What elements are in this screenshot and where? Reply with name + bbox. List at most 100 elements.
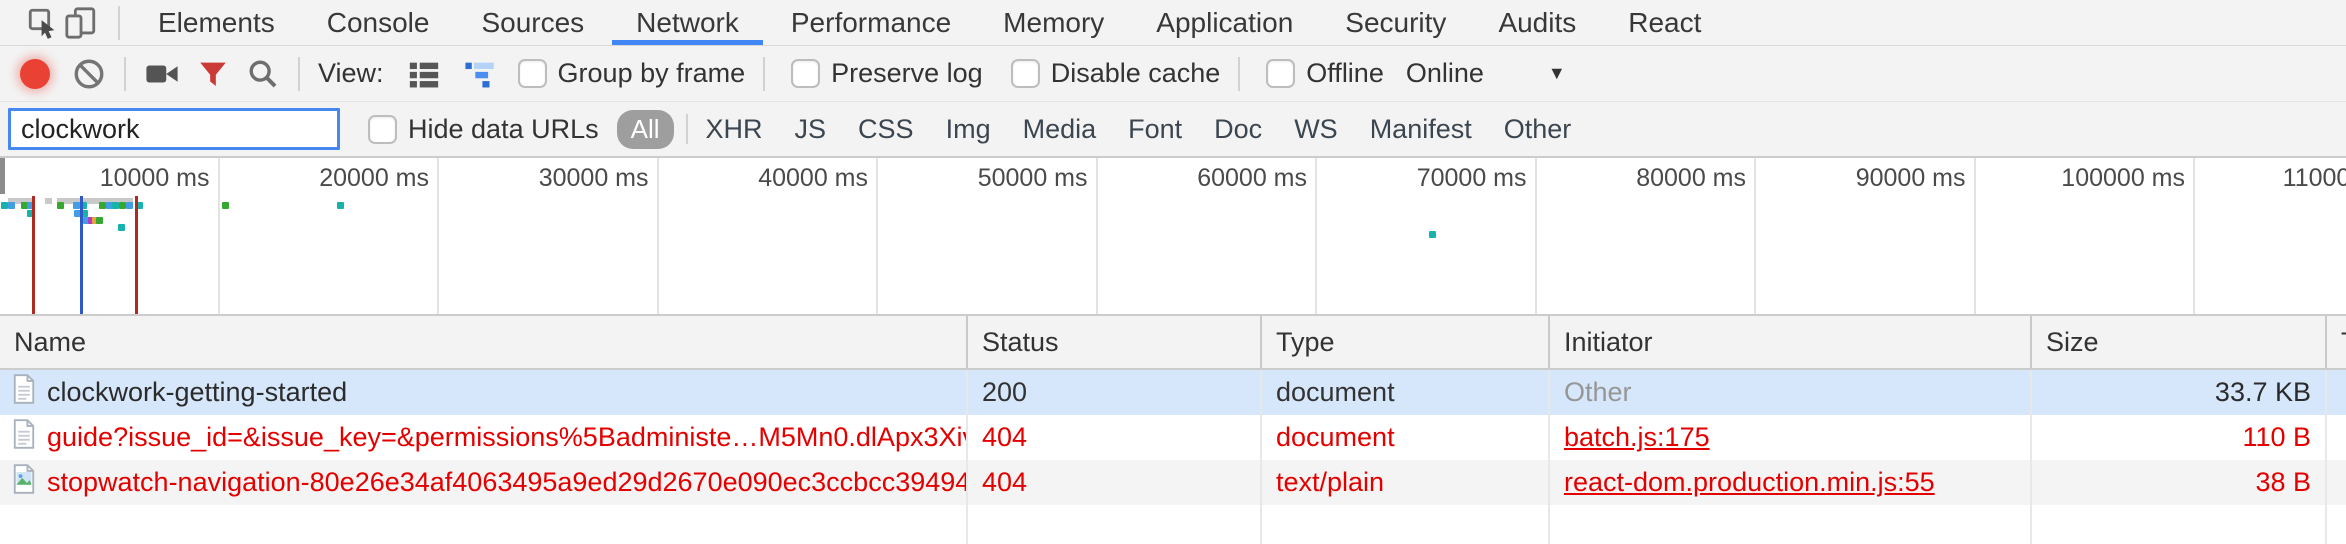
- column-header-size[interactable]: Size: [2032, 316, 2327, 368]
- resource-type-filters: XHR JS CSS Img Media Font Doc WS Manifes…: [706, 114, 1572, 145]
- preserve-log-checkbox[interactable]: [791, 59, 820, 88]
- timeline-left-handle[interactable]: [0, 158, 5, 194]
- request-size: 110 B: [2032, 415, 2327, 460]
- image-file-icon: [12, 464, 36, 501]
- filter-ws[interactable]: WS: [1294, 114, 1338, 145]
- filter-img[interactable]: Img: [946, 114, 991, 145]
- request-type: text/plain: [1262, 460, 1550, 505]
- timeline-request-dot: [57, 202, 64, 209]
- search-icon[interactable]: [246, 57, 280, 91]
- document-file-icon: [12, 419, 36, 456]
- inspect-element-icon[interactable]: [24, 5, 62, 41]
- disable-cache-label: Disable cache: [1051, 58, 1221, 89]
- timeline-request-dot: [73, 202, 80, 209]
- timeline-request-dot: [222, 202, 229, 209]
- throttling-select-value[interactable]: Online: [1406, 58, 1484, 89]
- timeline-request-dot: [112, 202, 119, 209]
- timeline-request-dot: [337, 202, 344, 209]
- offline-checkbox[interactable]: [1266, 59, 1295, 88]
- timeline-tick-label: 80000 ms: [1537, 158, 1757, 314]
- filter-doc[interactable]: Doc: [1214, 114, 1262, 145]
- request-type: document: [1262, 415, 1550, 460]
- filter-input[interactable]: [8, 108, 340, 150]
- timeline-tick-label: 100000 ms: [1976, 158, 2196, 314]
- timeline-request-dot: [99, 202, 106, 209]
- preserve-log-label: Preserve log: [831, 58, 983, 89]
- initiator-link[interactable]: react-dom.production.min.js:55: [1564, 467, 1935, 498]
- column-header-name[interactable]: Name: [0, 316, 968, 368]
- timeline-request-dot: [1, 202, 8, 209]
- column-header-initiator[interactable]: Initiator: [1550, 316, 2032, 368]
- timeline-request-dot: [96, 217, 103, 224]
- filter-css[interactable]: CSS: [858, 114, 914, 145]
- filter-font[interactable]: Font: [1128, 114, 1182, 145]
- filter-manifest[interactable]: Manifest: [1370, 114, 1472, 145]
- filter-xhr[interactable]: XHR: [706, 114, 763, 145]
- timeline-event-line: [32, 196, 35, 314]
- hide-data-urls-checkbox[interactable]: [368, 115, 397, 144]
- timeline-tick-label: 40000 ms: [659, 158, 879, 314]
- table-row[interactable]: clockwork-getting-started 200 document O…: [0, 370, 2346, 415]
- request-status: 404: [968, 460, 1262, 505]
- filter-media[interactable]: Media: [1023, 114, 1097, 145]
- timeline-request-dot: [8, 202, 15, 209]
- group-by-frame-checkbox[interactable]: [518, 59, 547, 88]
- filter-other[interactable]: Other: [1504, 114, 1572, 145]
- tab-network[interactable]: Network: [636, 0, 739, 45]
- disable-cache-checkbox[interactable]: [1011, 59, 1040, 88]
- panel-tabs: Elements Console Sources Network Perform…: [158, 0, 1701, 45]
- list-view-icon[interactable]: [406, 57, 442, 91]
- table-row[interactable]: stopwatch-navigation-80e26e34af4063495a9…: [0, 460, 2346, 505]
- timeline-request-dot: [1429, 231, 1436, 238]
- record-button[interactable]: [20, 59, 50, 89]
- hide-data-urls-label: Hide data URLs: [408, 114, 599, 145]
- network-filter-bar: Hide data URLs All XHR JS CSS Img Media …: [0, 102, 2346, 158]
- table-empty-area: [0, 505, 2346, 544]
- chevron-down-icon[interactable]: ▼: [1548, 63, 1566, 84]
- request-size: 38 B: [2032, 460, 2327, 505]
- filter-all-pill[interactable]: All: [617, 110, 674, 149]
- timeline-overview[interactable]: 10000 ms20000 ms30000 ms40000 ms50000 ms…: [0, 158, 2346, 316]
- tab-console[interactable]: Console: [327, 0, 430, 45]
- tab-audits[interactable]: Audits: [1498, 0, 1576, 45]
- request-name: clockwork-getting-started: [47, 377, 347, 408]
- timeline-tick-label: 70000 ms: [1317, 158, 1537, 314]
- waterfall-view-icon[interactable]: [462, 57, 500, 91]
- request-name: guide?issue_id=&issue_key=&permissions%5…: [47, 422, 968, 453]
- tab-memory[interactable]: Memory: [1003, 0, 1104, 45]
- offline-label: Offline: [1306, 58, 1384, 89]
- initiator-link[interactable]: batch.js:175: [1564, 422, 1710, 453]
- column-header-time[interactable]: Ti: [2327, 316, 2346, 368]
- timeline-event-line: [135, 196, 138, 314]
- tab-application[interactable]: Application: [1156, 0, 1293, 45]
- request-name: stopwatch-navigation-80e26e34af4063495a9…: [47, 467, 968, 498]
- tab-elements[interactable]: Elements: [158, 0, 275, 45]
- tab-performance[interactable]: Performance: [791, 0, 951, 45]
- filter-icon[interactable]: [196, 57, 230, 91]
- devtools-window: Elements Console Sources Network Perform…: [0, 0, 2346, 544]
- network-toolbar: View: Group by frame Preserve log Disabl…: [0, 46, 2346, 102]
- timeline-tick-label: 50000 ms: [878, 158, 1098, 314]
- timeline-tick-label: 20000 ms: [220, 158, 440, 314]
- requests-table-header: Name Status Type Initiator Size Ti: [0, 316, 2346, 370]
- timeline-request-dot: [119, 202, 126, 209]
- tab-react[interactable]: React: [1628, 0, 1701, 45]
- timeline-tick-label: 30000 ms: [439, 158, 659, 314]
- column-header-type[interactable]: Type: [1262, 316, 1550, 368]
- table-row[interactable]: guide?issue_id=&issue_key=&permissions%5…: [0, 415, 2346, 460]
- request-initiator: Other: [1564, 377, 1632, 408]
- filter-js[interactable]: JS: [795, 114, 827, 145]
- view-label: View:: [318, 58, 384, 89]
- clear-button[interactable]: [72, 57, 106, 91]
- timeline-total-bar: [45, 198, 52, 204]
- tab-security[interactable]: Security: [1345, 0, 1446, 45]
- screenshot-capture-icon[interactable]: [144, 57, 180, 91]
- timeline-tick-label: 90000 ms: [1756, 158, 1976, 314]
- toolbar-divider: [118, 6, 120, 40]
- request-size: 33.7 KB: [2032, 370, 2327, 415]
- device-toolbar-icon[interactable]: [62, 5, 100, 41]
- column-header-status[interactable]: Status: [968, 316, 1262, 368]
- timeline-request-dot: [126, 202, 133, 209]
- request-status: 200: [968, 370, 1262, 415]
- tab-sources[interactable]: Sources: [481, 0, 584, 45]
